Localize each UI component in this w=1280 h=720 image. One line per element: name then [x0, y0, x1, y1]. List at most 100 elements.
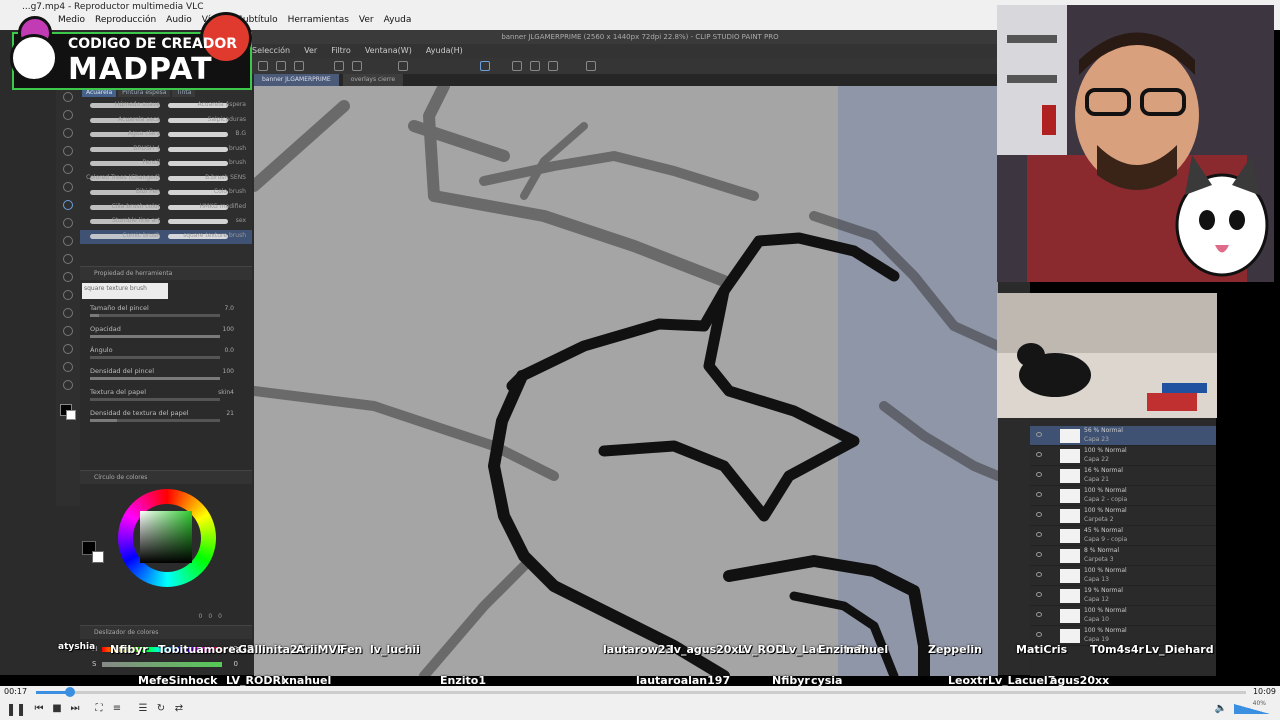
eye-icon[interactable]: [1036, 432, 1042, 437]
csp-menu-ver[interactable]: Ver: [304, 44, 317, 58]
brush-row[interactable]: Húmedo suave Acuarela áspera: [80, 99, 252, 114]
seek-handle[interactable]: [65, 687, 75, 697]
property-value[interactable]: 21: [226, 410, 234, 417]
tab-banner[interactable]: banner JLGAMERPRIME: [254, 74, 339, 86]
eye-icon[interactable]: [1036, 452, 1042, 457]
move-tool-icon[interactable]: [63, 110, 73, 120]
layer-row[interactable]: 100 % Normal Carpeta 2: [1030, 506, 1216, 526]
eraser-tool-icon[interactable]: [63, 236, 73, 246]
brush-row[interactable]: Cilla brush color HMKG modified: [80, 201, 252, 216]
csp-menu-ayuda[interactable]: Ayuda(H): [426, 44, 463, 58]
property-slider[interactable]: [90, 314, 220, 317]
hue-ring[interactable]: [118, 489, 216, 587]
figure-tool-icon[interactable]: [63, 308, 73, 318]
eye-icon[interactable]: [1036, 532, 1042, 537]
brush-row[interactable]: Acuarela seca Salpicaduras: [80, 114, 252, 129]
ruler-icon[interactable]: [480, 61, 490, 71]
layer-row[interactable]: 100 % Normal Capa 10: [1030, 606, 1216, 626]
property-value[interactable]: skin4: [218, 389, 234, 396]
property-slider[interactable]: [90, 377, 220, 380]
brush-row[interactable]: Comic brush square texture brush: [80, 229, 252, 244]
property-slider[interactable]: [90, 398, 220, 401]
layer-row[interactable]: 19 % Normal Capa 12: [1030, 586, 1216, 606]
redo-icon[interactable]: [352, 61, 362, 71]
csp-menu-filtro[interactable]: Filtro: [331, 44, 351, 58]
brush-row[interactable]: BRUSH 4 brush: [80, 143, 252, 158]
layer-row[interactable]: 8 % Normal Carpeta 3: [1030, 546, 1216, 566]
layer-row[interactable]: 100 % Normal Capa 22: [1030, 446, 1216, 466]
creator-code-banner: CODIGO DE CREADOR MADPAT: [8, 8, 252, 90]
next-button[interactable]: ⏭: [68, 702, 82, 716]
eye-icon[interactable]: [1036, 472, 1042, 477]
open-file-icon[interactable]: [276, 61, 286, 71]
brush-row[interactable]: Bibi Pen Colo brush: [80, 186, 252, 201]
shuffle-button[interactable]: ⇄: [172, 702, 186, 716]
eye-icon[interactable]: [1036, 572, 1042, 577]
property-value[interactable]: 100: [223, 326, 234, 333]
sub-color[interactable]: [92, 551, 104, 563]
brush-row[interactable]: Agua clara B.G: [80, 128, 252, 143]
vlc-menu-herramientas[interactable]: Herramientas: [288, 15, 349, 29]
csp-menu-ventana[interactable]: Ventana(W): [365, 44, 412, 58]
layer-row[interactable]: 100 % Normal Capa 13: [1030, 566, 1216, 586]
pause-button[interactable]: ❚❚: [6, 702, 26, 716]
clear-icon[interactable]: [398, 61, 408, 71]
property-value[interactable]: 100: [223, 368, 234, 375]
new-file-icon[interactable]: [258, 61, 268, 71]
property-slider[interactable]: [90, 419, 220, 422]
saturation-value-square[interactable]: [140, 511, 192, 563]
eye-icon[interactable]: [1036, 552, 1042, 557]
correct-line-tool-icon[interactable]: [63, 380, 73, 390]
property-slider[interactable]: [90, 335, 220, 338]
playlist-button[interactable]: ☰: [136, 702, 150, 716]
save-icon[interactable]: [294, 61, 304, 71]
pen-tool-icon[interactable]: [63, 164, 73, 174]
property-slider[interactable]: [90, 356, 220, 359]
gradient-tool-icon[interactable]: [63, 290, 73, 300]
zoom-tool-icon[interactable]: [63, 92, 73, 102]
tab-overlays[interactable]: overlays cierre: [342, 74, 404, 86]
layer-row[interactable]: 16 % Normal Capa 21: [1030, 466, 1216, 486]
chat-name: AriiMVP: [296, 643, 346, 656]
vlc-menu-ayuda[interactable]: Ayuda: [384, 15, 412, 29]
crop-icon[interactable]: [530, 61, 540, 71]
csp-menu-seleccion[interactable]: Selección: [252, 44, 290, 58]
layer-row[interactable]: 56 % Normal Capa 23: [1030, 426, 1216, 446]
brush-row[interactable]: Colored Trees (Changed) B.brush SENS: [80, 172, 252, 187]
sub-color-swatch[interactable]: [66, 410, 76, 420]
airbrush-tool-icon[interactable]: [63, 218, 73, 228]
undo-icon[interactable]: [334, 61, 344, 71]
text-tool-icon[interactable]: [63, 344, 73, 354]
select-icon[interactable]: [548, 61, 558, 71]
fullscreen-button[interactable]: ⛶: [92, 702, 106, 716]
transform-icon[interactable]: [512, 61, 522, 71]
stop-button[interactable]: ■: [50, 702, 64, 716]
seek-slider[interactable]: [36, 687, 1246, 697]
pencil-tool-icon[interactable]: [63, 182, 73, 192]
frame-tool-icon[interactable]: [63, 326, 73, 336]
eye-icon[interactable]: [1036, 512, 1042, 517]
eye-icon[interactable]: [1036, 612, 1042, 617]
eye-icon[interactable]: [1036, 492, 1042, 497]
brush-row[interactable]: Stumble line art sex: [80, 215, 252, 230]
previous-button[interactable]: ⏮: [32, 702, 46, 716]
layer-row[interactable]: 100 % Normal Capa 2 - copia: [1030, 486, 1216, 506]
grid-icon[interactable]: [586, 61, 596, 71]
drawing-canvas[interactable]: [254, 86, 998, 676]
eye-icon[interactable]: [1036, 592, 1042, 597]
balloon-tool-icon[interactable]: [63, 362, 73, 372]
lasso-tool-icon[interactable]: [63, 128, 73, 138]
eyedropper-tool-icon[interactable]: [63, 146, 73, 156]
vlc-menu-ver[interactable]: Ver: [359, 15, 374, 29]
property-value[interactable]: 0.0: [224, 347, 234, 354]
layer-row[interactable]: 45 % Normal Capa 9 - copia: [1030, 526, 1216, 546]
loop-button[interactable]: ↻: [154, 702, 168, 716]
extended-settings-button[interactable]: ≡: [110, 702, 124, 716]
brush-tool-icon[interactable]: [63, 200, 73, 210]
property-value[interactable]: 7.0: [224, 305, 234, 312]
blend-tool-icon[interactable]: [63, 254, 73, 264]
volume-icon[interactable]: 🔈: [1214, 702, 1228, 716]
eye-icon[interactable]: [1036, 632, 1042, 637]
fill-tool-icon[interactable]: [63, 272, 73, 282]
brush-row[interactable]: Pencil brush: [80, 157, 252, 172]
